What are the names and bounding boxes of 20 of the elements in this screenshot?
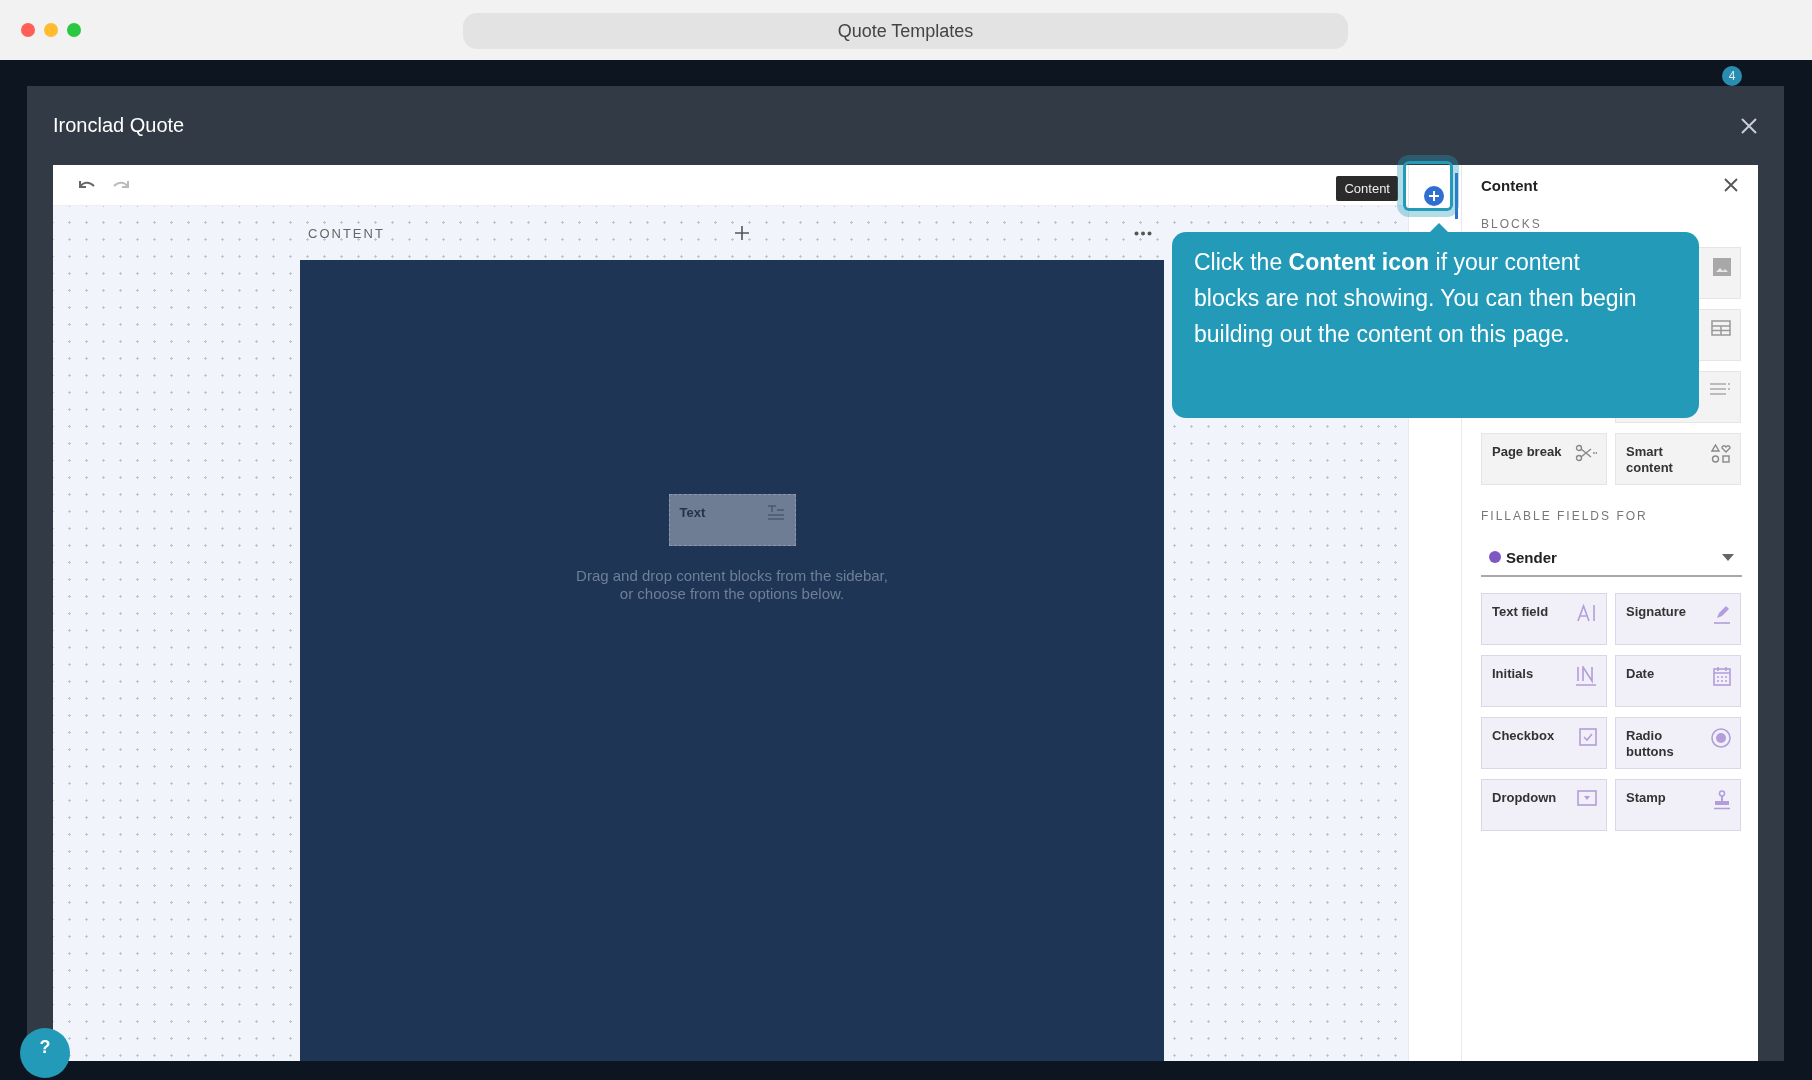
modal-title: Ironclad Quote (53, 114, 185, 137)
section-label: CONTENT (308, 225, 386, 241)
recipient-dropdown[interactable]: Sender (1481, 539, 1742, 577)
hint-text: Drag and drop content blocks from the sidebar, or choose from the options below. (576, 567, 888, 603)
window-title: Quote Templates (463, 13, 1348, 49)
field-tile[interactable]: Stamp (1615, 779, 1741, 831)
field-tile[interactable]: Initials (1481, 655, 1607, 707)
block-tile[interactable]: Page break (1481, 433, 1607, 485)
field-tile[interactable]: Dropdown (1481, 779, 1607, 831)
block-tile[interactable]: Smart content (1615, 433, 1741, 485)
field-tile[interactable]: Radio buttons (1615, 717, 1741, 769)
field-tile[interactable]: Text field (1481, 593, 1607, 645)
field-tile[interactable]: Signature (1615, 593, 1741, 645)
tooltip: Content (1336, 176, 1398, 201)
field-tile[interactable]: Date (1615, 655, 1741, 707)
notification-badge: 4 (1722, 66, 1742, 86)
section-heading: BLOCKS (1481, 217, 1543, 231)
panel-title: Content (1481, 176, 1538, 194)
field-tile[interactable]: Checkbox (1481, 717, 1607, 769)
section-heading: FILLABLE FIELDS FOR (1481, 509, 1649, 523)
